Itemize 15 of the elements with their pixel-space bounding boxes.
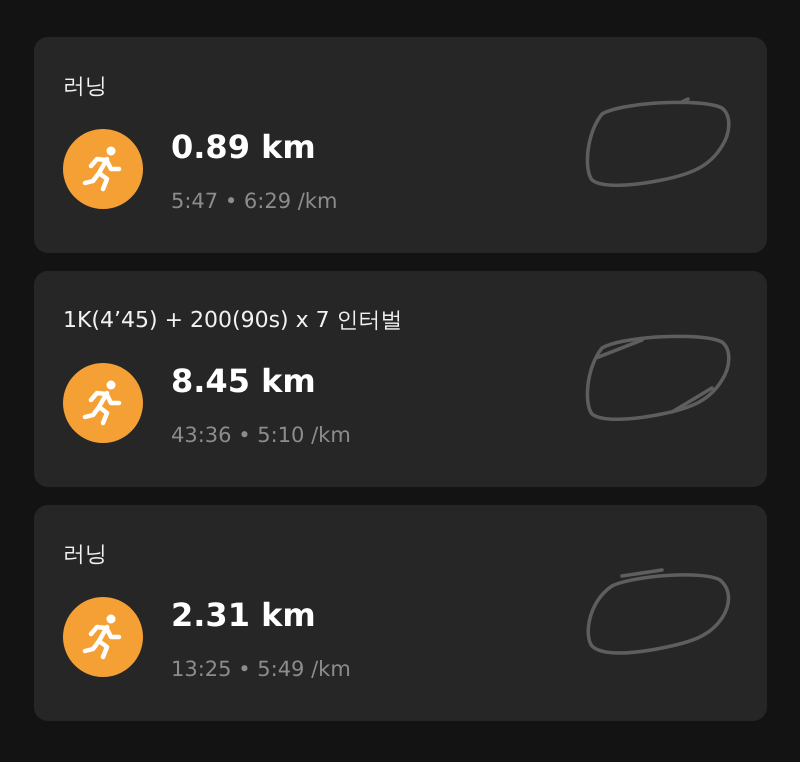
distance-text: 8.45 km	[171, 361, 317, 401]
workout-title: 러닝	[63, 73, 108, 101]
workout-title: 러닝	[63, 541, 108, 569]
distance-text: 0.89 km	[171, 127, 317, 167]
running-icon	[63, 597, 143, 677]
workout-title: 1K(4’45) + 200(90s) x 7 인터벌	[63, 307, 403, 335]
running-icon	[63, 363, 143, 443]
time-pace-text: 43:36 • 5:10 /km	[171, 422, 351, 449]
running-icon	[63, 129, 143, 209]
distance-text: 2.31 km	[171, 595, 317, 635]
workout-card[interactable]: 1K(4’45) + 200(90s) x 7 인터벌 8.45 km 43:36 • 5:10 /km	[34, 271, 767, 487]
time-pace-text: 13:25 • 5:49 /km	[171, 656, 351, 683]
workout-card[interactable]: 러닝 0.89 km 5:47 • 6:29 /km	[34, 37, 767, 253]
time-pace-text: 5:47 • 6:29 /km	[171, 188, 338, 215]
workout-card[interactable]: 러닝 2.31 km 13:25 • 5:49 /km	[34, 505, 767, 721]
